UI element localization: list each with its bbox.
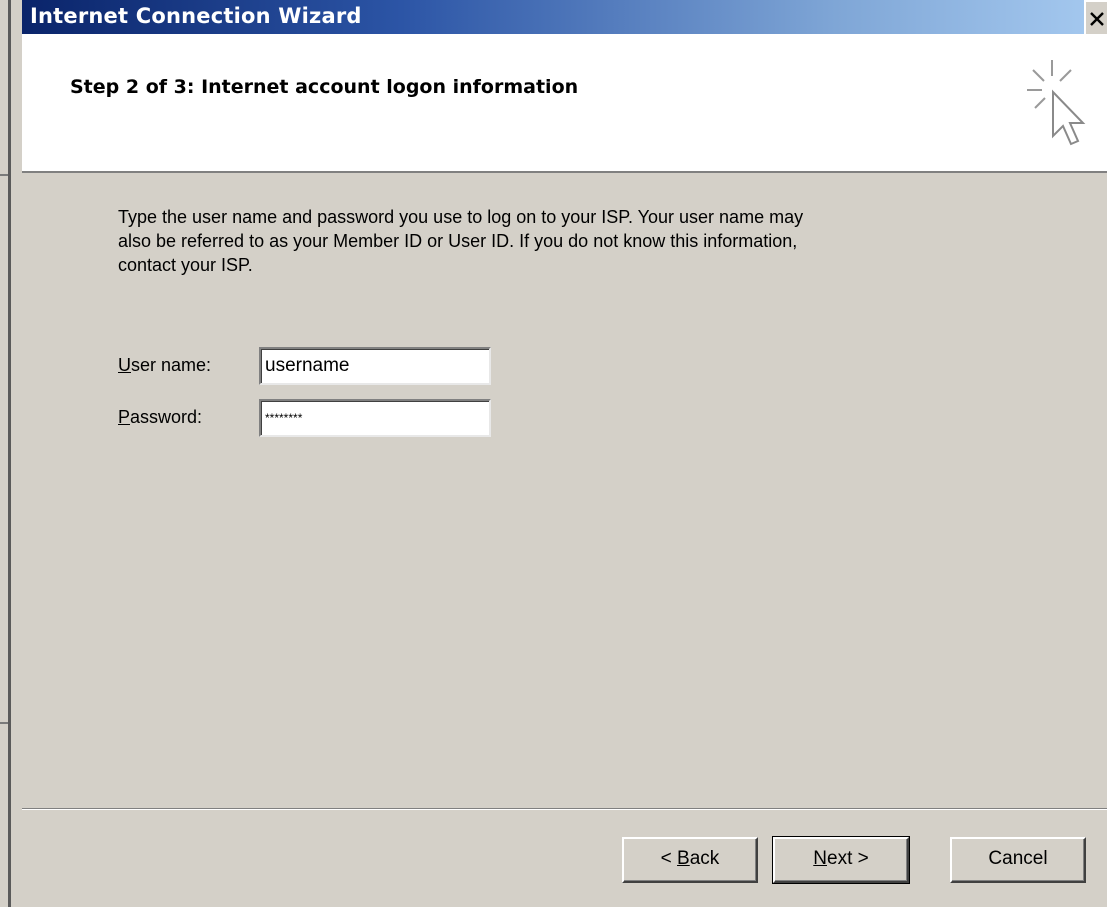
step-title: Step 2 of 3: Internet account logon info… [70,76,579,98]
back-button[interactable]: < Back [622,837,758,883]
intro-line: Type the user name and password you use … [118,207,804,227]
footer-separator-highlight [22,809,1107,810]
username-label: User name: [118,355,211,376]
intro-line: contact your ISP. [118,255,253,275]
back-button-label: ack [689,848,720,869]
next-button-accel: N [813,848,827,869]
wizard-header: Step 2 of 3: Internet account logon info… [22,34,1107,173]
next-button[interactable]: Next > [772,836,910,884]
window-title: Internet Connection Wizard [30,4,362,28]
wizard-cursor-sparkle-icon [1027,60,1086,146]
username-label-text: ser name: [131,355,212,375]
title-bar[interactable]: Internet Connection Wizard [22,0,1107,34]
cancel-button[interactable]: Cancel [950,837,1086,883]
edge-tick [0,722,8,724]
window-edge-line [8,0,11,907]
back-button-accel: B [677,848,690,869]
intro-text: Type the user name and password you use … [118,205,988,277]
wizard-content: Type the user name and password you use … [22,173,1107,807]
password-label-accel: P [118,407,131,427]
username-input[interactable] [259,347,491,385]
wizard-dialog: Internet Connection Wizard Step 2 of 3: … [22,0,1107,907]
username-label-accel: U [118,355,131,375]
password-input[interactable] [259,399,491,437]
edge-tick [0,174,8,176]
close-icon [1090,12,1104,26]
next-button-label: ext > [827,848,869,869]
password-label: Password: [118,407,202,428]
back-button-prefix: < [660,848,678,869]
password-label-text: assword: [130,407,203,427]
close-button[interactable] [1084,0,1107,34]
intro-line: also be referred to as your Member ID or… [118,231,798,251]
window-edge [0,0,22,907]
